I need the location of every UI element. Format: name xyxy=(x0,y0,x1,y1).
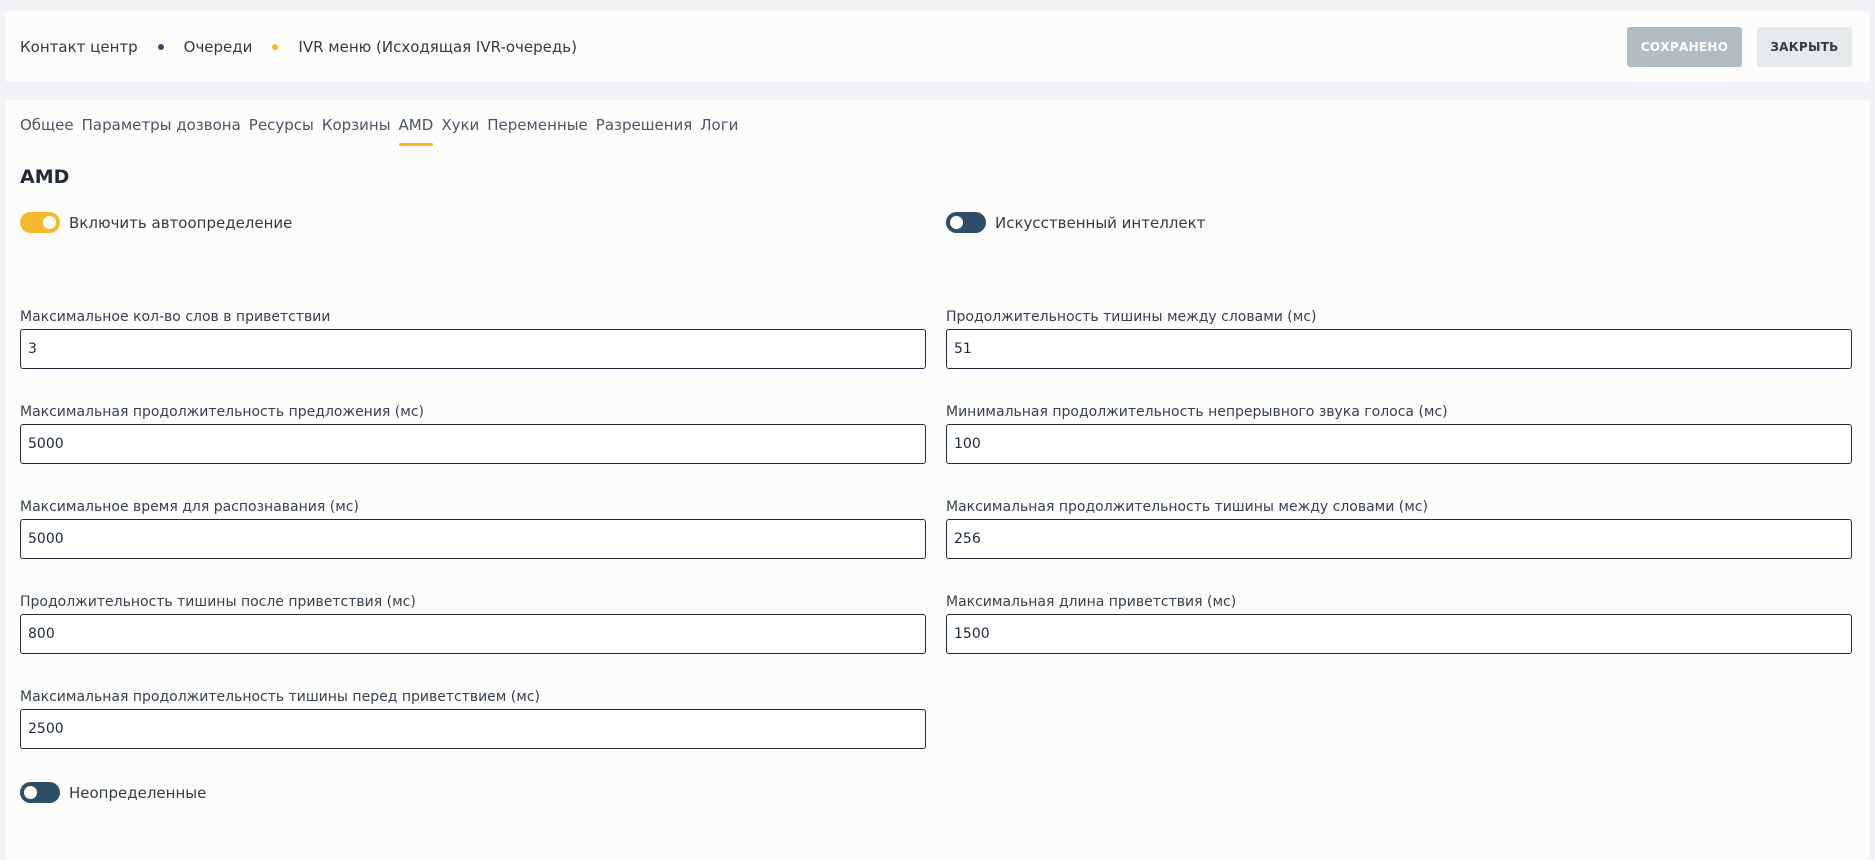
saved-button[interactable]: СОХРАНЕНО xyxy=(1627,27,1742,67)
tab-amd[interactable]: AMD xyxy=(398,116,433,146)
breadcrumb-separator-dot xyxy=(272,43,279,50)
breadcrumb: Контакт центр Очереди IVR меню (Исходяща… xyxy=(20,11,577,82)
field-label: Максимальная продолжительность предложен… xyxy=(20,404,424,420)
tab-permissions[interactable]: Разрешения xyxy=(596,116,693,146)
undefined-toggle[interactable] xyxy=(20,782,60,803)
max-sentence-input[interactable] xyxy=(20,424,926,464)
tab-dial-params[interactable]: Параметры дозвона xyxy=(82,116,241,146)
breadcrumb-contact-center[interactable]: Контакт центр xyxy=(20,38,138,56)
field-label: Максимальная продолжительность тишины пе… xyxy=(20,689,540,705)
toggle-knob xyxy=(950,216,963,229)
max-words-field: Максимальное кол-во слов в приветствии xyxy=(20,307,926,369)
breadcrumb-separator-dot xyxy=(157,43,164,50)
header-bar: Контакт центр Очереди IVR меню (Исходяща… xyxy=(5,11,1870,82)
tab-general[interactable]: Общее xyxy=(20,116,74,146)
silence-after-greeting-field: Продолжительность тишины после приветств… xyxy=(20,592,926,654)
tab-variables[interactable]: Переменные xyxy=(487,116,588,146)
silence-between-words-field: Продолжительность тишины между словами (… xyxy=(946,307,1852,369)
undefined-label: Неопределенные xyxy=(69,783,207,802)
max-silence-between-words-input[interactable] xyxy=(946,519,1852,559)
max-silence-between-words-field: Максимальная продолжительность тишины ме… xyxy=(946,497,1852,559)
toggle-knob xyxy=(43,216,56,229)
tab-logs[interactable]: Логи xyxy=(700,116,738,146)
tab-buckets[interactable]: Корзины xyxy=(322,116,391,146)
auto-detect-toggle[interactable] xyxy=(20,212,60,233)
silence-between-words-input[interactable] xyxy=(946,329,1852,369)
min-voice-input[interactable] xyxy=(946,424,1852,464)
max-words-input[interactable] xyxy=(20,329,926,369)
field-label: Максимальная продолжительность тишины ме… xyxy=(946,499,1428,515)
ai-toggle[interactable] xyxy=(946,212,986,233)
field-label: Продолжительность тишины между словами (… xyxy=(946,309,1317,325)
field-label: Минимальная продолжительность непрерывно… xyxy=(946,404,1448,420)
field-label: Максимальное кол-во слов в приветствии xyxy=(20,309,331,325)
max-greeting-length-field: Максимальная длина приветствия (мс) xyxy=(946,592,1852,654)
ai-row: Искусственный интеллект xyxy=(946,212,1205,233)
max-silence-before-greeting-field: Максимальная продолжительность тишины пе… xyxy=(20,687,926,749)
max-silence-before-greeting-input[interactable] xyxy=(20,709,926,749)
tab-hooks[interactable]: Хуки xyxy=(441,116,479,146)
field-label: Максимальная длина приветствия (мс) xyxy=(946,594,1237,610)
max-greeting-length-input[interactable] xyxy=(946,614,1852,654)
min-voice-field: Минимальная продолжительность непрерывно… xyxy=(946,402,1852,464)
main-panel: Общее Параметры дозвона Ресурсы Корзины … xyxy=(5,100,1870,860)
close-button[interactable]: ЗАКРЫТЬ xyxy=(1757,27,1852,67)
auto-detect-label: Включить автоопределение xyxy=(69,213,293,232)
max-recognition-input[interactable] xyxy=(20,519,926,559)
tab-resources[interactable]: Ресурсы xyxy=(249,116,314,146)
auto-detect-row: Включить автоопределение xyxy=(20,212,292,233)
breadcrumb-queues[interactable]: Очереди xyxy=(184,38,253,56)
field-label: Максимальное время для распознавания (мс… xyxy=(20,499,359,515)
max-recognition-field: Максимальное время для распознавания (мс… xyxy=(20,497,926,559)
breadcrumb-current: IVR меню (Исходящая IVR-очередь) xyxy=(298,37,577,56)
field-label: Продолжительность тишины после приветств… xyxy=(20,594,416,610)
undefined-row: Неопределенные xyxy=(20,782,206,803)
section-title: AMD xyxy=(20,166,70,188)
ai-label: Искусственный интеллект xyxy=(995,213,1206,232)
tab-bar: Общее Параметры дозвона Ресурсы Корзины … xyxy=(20,116,746,146)
max-sentence-field: Максимальная продолжительность предложен… xyxy=(20,402,926,464)
silence-after-greeting-input[interactable] xyxy=(20,614,926,654)
toggle-knob xyxy=(24,786,37,799)
